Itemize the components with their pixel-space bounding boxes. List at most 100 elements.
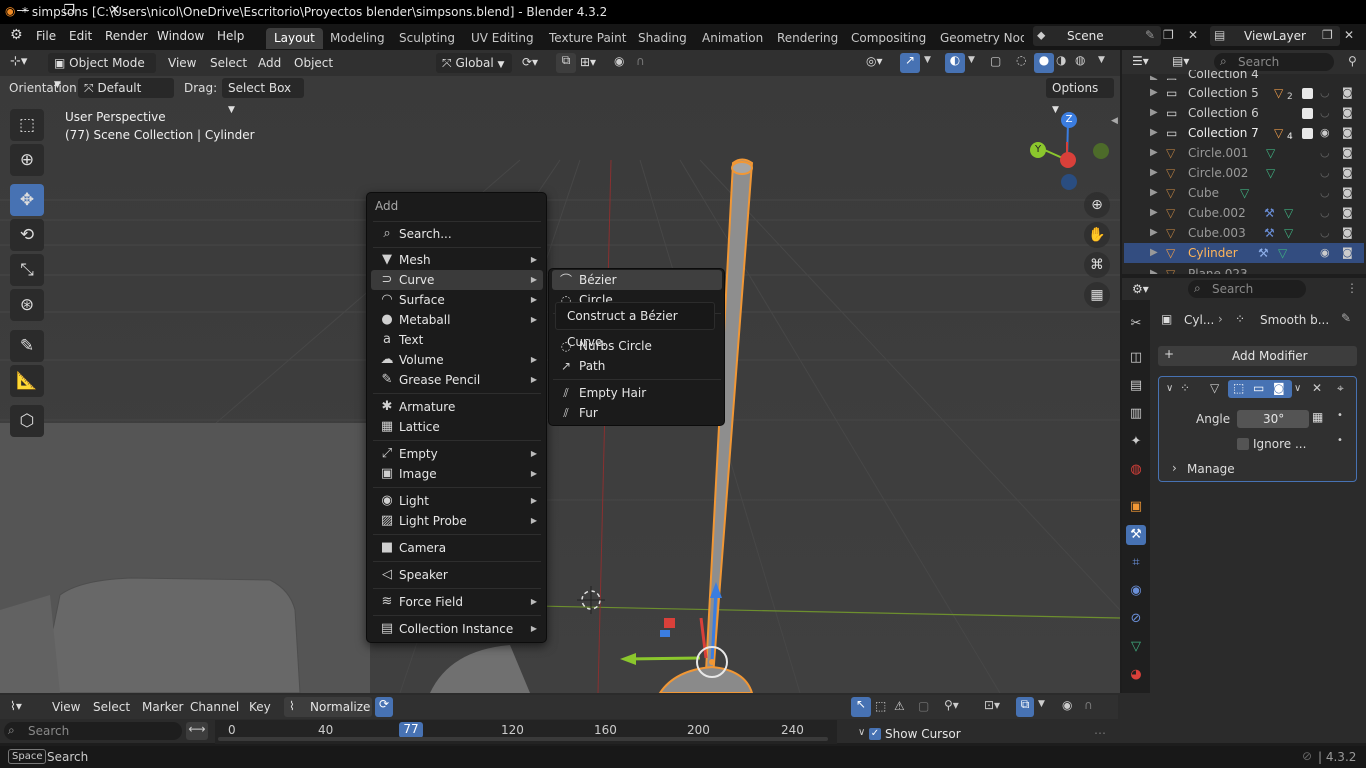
rotate-tool[interactable]: ⟲ — [10, 219, 44, 251]
timeline-menu-key[interactable]: Key — [243, 697, 277, 717]
falloff-icon[interactable]: ∩ — [1084, 698, 1093, 712]
annotate-tool[interactable]: ✎ — [10, 330, 44, 362]
refresh-icon[interactable]: ⟳ — [375, 697, 393, 717]
filter-icon[interactable]: ⚲ — [1348, 54, 1357, 68]
tab-uv-editing[interactable]: UV Editing — [463, 28, 542, 49]
add-menu-grease-pencil[interactable]: ✎ Grease Pencil ▶ — [371, 370, 543, 390]
eye-icon[interactable]: ◉ — [1320, 243, 1330, 263]
chevron-down-icon[interactable]: ∨ — [1166, 383, 1173, 394]
collapse-icon[interactable]: ∨ — [858, 727, 865, 738]
visibility-icon[interactable]: ◎▾ — [866, 54, 883, 68]
swap-icon[interactable]: ⟷ — [186, 722, 208, 740]
navigation-gizmo[interactable]: Z Y — [1030, 112, 1112, 190]
tab-modeling[interactable]: Modeling — [322, 28, 393, 49]
exclude-checkbox[interactable] — [1302, 128, 1313, 139]
sidebar-toggle-icon[interactable]: ◀ — [1111, 116, 1118, 126]
outliner-row-collection-6[interactable]: ▶ ▭ Collection 6 ◡ ◙ — [1124, 103, 1364, 123]
add-menu-image[interactable]: ▣ Image ▶ — [371, 464, 543, 484]
auto-snap-icon[interactable]: ⧉ — [1016, 697, 1034, 717]
add-menu-light[interactable]: ◉ Light ▶ — [371, 491, 543, 511]
scale-tool[interactable]: ⤡ — [10, 254, 44, 286]
object-mode-dropdown[interactable]: ▣ Object Mode ▼ — [48, 53, 156, 90]
outliner-row-cube[interactable]: ▶ ▽ Cube ▽ ◡ ◙ — [1124, 183, 1364, 203]
view-layer-selector[interactable]: ▤ ViewLayer ❐ — [1210, 26, 1340, 46]
camera-icon[interactable]: ◙ — [1342, 83, 1353, 103]
outliner-row-collection-4[interactable]: ▶ ▭ Collection 4 — [1124, 70, 1364, 80]
viewport-menu-add[interactable]: Add — [252, 53, 287, 73]
eye-icon[interactable]: ◡ — [1320, 143, 1330, 163]
angle-field[interactable]: 30° — [1237, 410, 1309, 428]
scene-tab-icon[interactable]: ✦ — [1126, 432, 1146, 452]
properties-editor-icon[interactable]: ⚙▾ — [1132, 282, 1149, 296]
outliner-search-input[interactable]: ⌕ Search — [1214, 53, 1334, 71]
pan-button[interactable]: ✋ — [1084, 222, 1110, 248]
shading-wireframe-icon[interactable]: ◌ — [1016, 53, 1026, 67]
zoom-button[interactable]: ⊕ — [1084, 192, 1110, 218]
snap-icon[interactable]: ⧉ — [556, 53, 576, 73]
add-menu-lattice[interactable]: ▦ Lattice — [371, 417, 543, 437]
pin-icon[interactable]: ✎ — [1145, 28, 1155, 42]
data-tab-icon[interactable]: ▽ — [1126, 637, 1146, 657]
drag-handle-icon[interactable]: ⌖ — [1337, 381, 1344, 396]
timeline-menu-view[interactable]: View — [46, 697, 86, 717]
camera-icon[interactable]: ◙ — [1342, 143, 1353, 163]
exclude-checkbox[interactable] — [1302, 108, 1313, 119]
perspective-toggle-button[interactable]: ▦ — [1084, 282, 1110, 308]
eye-icon[interactable]: ◡ — [1320, 103, 1330, 123]
eye-icon[interactable]: ◡ — [1320, 163, 1330, 183]
blender-menu-icon[interactable]: ⚙ — [10, 27, 23, 43]
edit-mode-toggle-icon[interactable]: ▽ — [1210, 381, 1219, 395]
camera-icon[interactable]: ◙ — [1342, 103, 1353, 123]
orientation-dropdown[interactable]: ⤧ Default — [78, 78, 174, 98]
select-box-tool[interactable]: ⬚ — [10, 109, 44, 141]
y-axis-icon[interactable]: Y — [1030, 142, 1046, 158]
snap-target-icon[interactable]: ⊞▾ — [580, 55, 596, 69]
add-menu-light-probe[interactable]: ▨ Light Probe ▶ — [371, 511, 543, 531]
tab-layout[interactable]: Layout — [266, 28, 323, 49]
normalize-toggle[interactable]: ⌇ Normalize — [284, 697, 372, 717]
timeline-editor-icon[interactable]: ⌇▾ — [10, 699, 22, 713]
properties-search-input[interactable]: ⌕ Search — [1188, 280, 1306, 298]
keyframe-dot-icon[interactable]: • — [1337, 435, 1343, 446]
drag-grip-icon[interactable]: ⋯ — [1094, 726, 1106, 740]
outliner-row-cube-003[interactable]: ▶ ▽ Cube.003 ⚒ ▽ ◡ ◙ — [1124, 223, 1364, 243]
chevron-right-icon[interactable]: › — [1172, 461, 1177, 475]
tab-geometry-nodes[interactable]: Geometry Node — [932, 28, 1024, 49]
eye-icon[interactable]: ◉ — [1320, 123, 1330, 143]
viewport-display-icon[interactable]: ▭ — [1253, 381, 1264, 395]
tab-compositing[interactable]: Compositing — [843, 28, 934, 49]
add-menu-text[interactable]: a Text — [371, 330, 543, 350]
add-menu-speaker[interactable]: ◁ Speaker — [371, 565, 543, 585]
menu-edit[interactable]: Edit — [69, 29, 92, 43]
overlay-toggle-icon[interactable]: ◐ — [945, 53, 965, 73]
timeline-menu-channel[interactable]: Channel — [184, 697, 245, 717]
render-toggle-icon[interactable]: ◙ — [1273, 381, 1285, 395]
transform-orientation-dropdown[interactable]: ⤧ Global ▼ — [436, 53, 512, 73]
render-tab-icon[interactable]: ◫ — [1126, 348, 1146, 368]
material-tab-icon[interactable]: ◕ — [1126, 665, 1146, 685]
outliner-row-cube-002[interactable]: ▶ ▽ Cube.002 ⚒ ▽ ◡ ◙ — [1124, 203, 1364, 223]
camera-icon[interactable]: ◙ — [1342, 223, 1353, 243]
properties-options-icon[interactable]: ⋮ — [1346, 281, 1358, 295]
tool-tab-icon[interactable]: ✂ — [1126, 314, 1146, 334]
falloff-icon[interactable]: ∩ — [636, 54, 645, 68]
camera-icon[interactable]: ◙ — [1342, 163, 1353, 183]
xray-icon[interactable]: ▢ — [990, 54, 1001, 68]
shading-dropdown-icon[interactable]: ▼ — [1098, 55, 1105, 65]
add-menu-armature[interactable]: ✱ Armature — [371, 397, 543, 417]
viewport-menu-object[interactable]: Object — [288, 53, 339, 73]
shading-material-icon[interactable]: ◑ — [1056, 53, 1066, 67]
drag-dropdown[interactable]: Select Box ▼ — [222, 78, 304, 115]
frame-ruler[interactable]: 0 40 77 120 160 200 240 — [215, 720, 837, 744]
camera-icon[interactable]: ◙ — [1342, 243, 1353, 263]
shading-rendered-icon[interactable]: ◍ — [1075, 53, 1085, 67]
menu-help[interactable]: Help — [217, 29, 244, 43]
outliner-row-circle-001[interactable]: ▶ ▽ Circle.001 ▽ ◡ ◙ — [1124, 143, 1364, 163]
timeline-scrollbar[interactable] — [218, 737, 828, 741]
warning-icon[interactable]: ⚠ — [894, 699, 905, 713]
delete-view-layer-icon[interactable]: ✕ — [1344, 28, 1354, 42]
modifier-tab-icon[interactable]: ⚒ — [1126, 525, 1146, 545]
options-dropdown[interactable]: Options ▼ — [1046, 78, 1114, 115]
eye-icon[interactable]: ◡ — [1320, 83, 1330, 103]
neg-z-axis-icon[interactable] — [1061, 174, 1077, 190]
